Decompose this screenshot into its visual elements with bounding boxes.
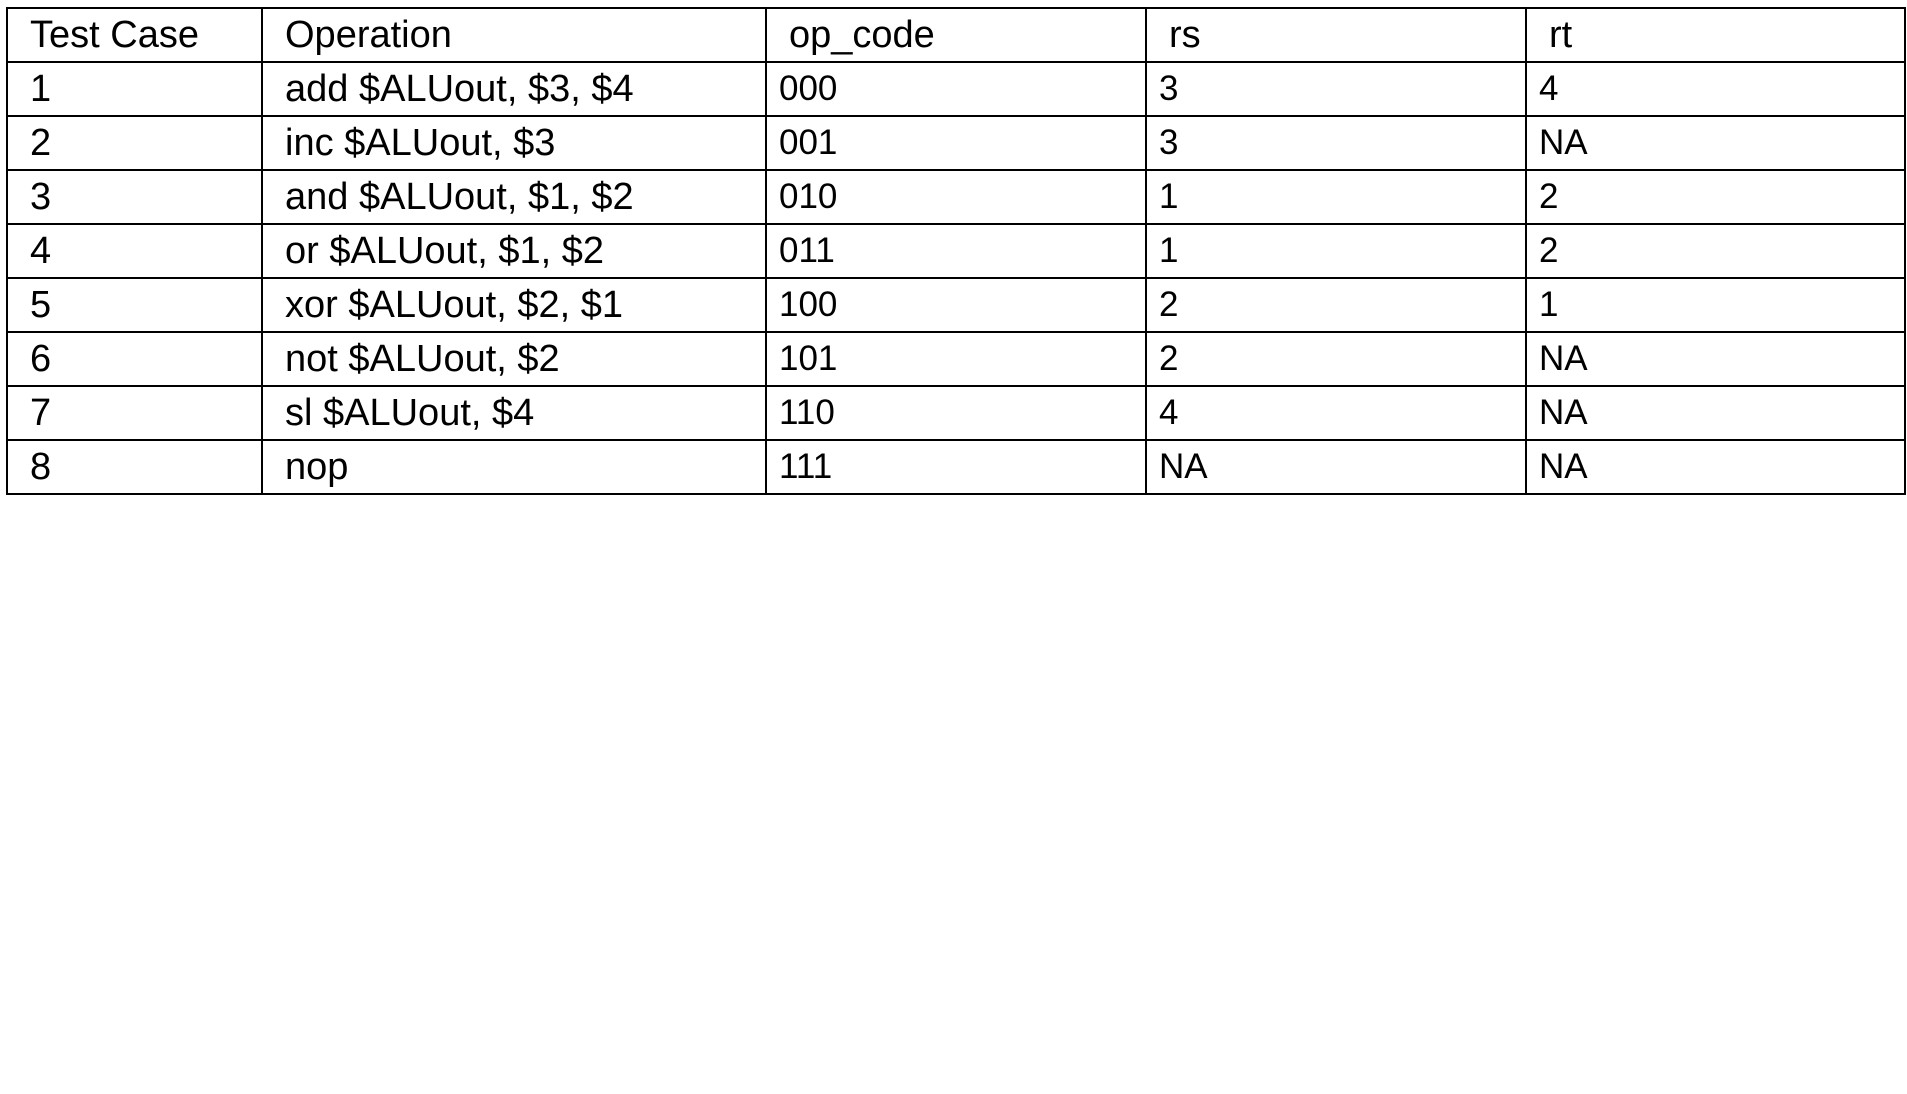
table-row: 5 xor $ALUout, $2, $1 100 2 1	[6, 277, 1906, 333]
cell-rs: 1	[1145, 223, 1527, 279]
cell-rt: NA	[1525, 115, 1906, 171]
cell-test-case: 2	[6, 115, 263, 171]
cell-operation: nop	[261, 439, 767, 495]
cell-operation: add $ALUout, $3, $4	[261, 61, 767, 117]
cell-operation: inc $ALUout, $3	[261, 115, 767, 171]
table-row: 2 inc $ALUout, $3 001 3 NA	[6, 115, 1906, 171]
cell-rt: NA	[1525, 331, 1906, 387]
table-row: 3 and $ALUout, $1, $2 010 1 2	[6, 169, 1906, 225]
cell-operation: and $ALUout, $1, $2	[261, 169, 767, 225]
cell-op-code: 010	[765, 169, 1147, 225]
cell-test-case: 4	[6, 223, 263, 279]
header-op-code: op_code	[765, 7, 1147, 63]
cell-test-case: 5	[6, 277, 263, 333]
table-header-row: Test Case Operation op_code rs rt	[6, 7, 1906, 63]
cell-test-case: 8	[6, 439, 263, 495]
table-row: 7 sl $ALUout, $4 110 4 NA	[6, 385, 1906, 441]
cell-operation: xor $ALUout, $2, $1	[261, 277, 767, 333]
cell-operation: sl $ALUout, $4	[261, 385, 767, 441]
cell-op-code: 000	[765, 61, 1147, 117]
header-operation: Operation	[261, 7, 767, 63]
header-test-case: Test Case	[6, 7, 263, 63]
cell-test-case: 1	[6, 61, 263, 117]
cell-rs: 4	[1145, 385, 1527, 441]
cell-operation: not $ALUout, $2	[261, 331, 767, 387]
header-rt: rt	[1525, 7, 1906, 63]
cell-op-code: 100	[765, 277, 1147, 333]
test-case-table: Test Case Operation op_code rs rt 1 add …	[6, 7, 1906, 495]
cell-rs: 1	[1145, 169, 1527, 225]
cell-op-code: 111	[765, 439, 1147, 495]
cell-rt: 4	[1525, 61, 1906, 117]
cell-op-code: 110	[765, 385, 1147, 441]
table-row: 1 add $ALUout, $3, $4 000 3 4	[6, 61, 1906, 117]
cell-op-code: 101	[765, 331, 1147, 387]
cell-rs: 2	[1145, 331, 1527, 387]
cell-op-code: 011	[765, 223, 1147, 279]
cell-rs: 2	[1145, 277, 1527, 333]
cell-test-case: 7	[6, 385, 263, 441]
cell-rs: NA	[1145, 439, 1527, 495]
cell-operation: or $ALUout, $1, $2	[261, 223, 767, 279]
cell-rt: 1	[1525, 277, 1906, 333]
cell-rt: NA	[1525, 439, 1906, 495]
cell-rs: 3	[1145, 115, 1527, 171]
cell-rs: 3	[1145, 61, 1527, 117]
cell-rt: NA	[1525, 385, 1906, 441]
header-rs: rs	[1145, 7, 1527, 63]
cell-test-case: 6	[6, 331, 263, 387]
table-row: 8 nop 111 NA NA	[6, 439, 1906, 495]
cell-rt: 2	[1525, 223, 1906, 279]
cell-op-code: 001	[765, 115, 1147, 171]
table-row: 4 or $ALUout, $1, $2 011 1 2	[6, 223, 1906, 279]
table-row: 6 not $ALUout, $2 101 2 NA	[6, 331, 1906, 387]
cell-test-case: 3	[6, 169, 263, 225]
cell-rt: 2	[1525, 169, 1906, 225]
